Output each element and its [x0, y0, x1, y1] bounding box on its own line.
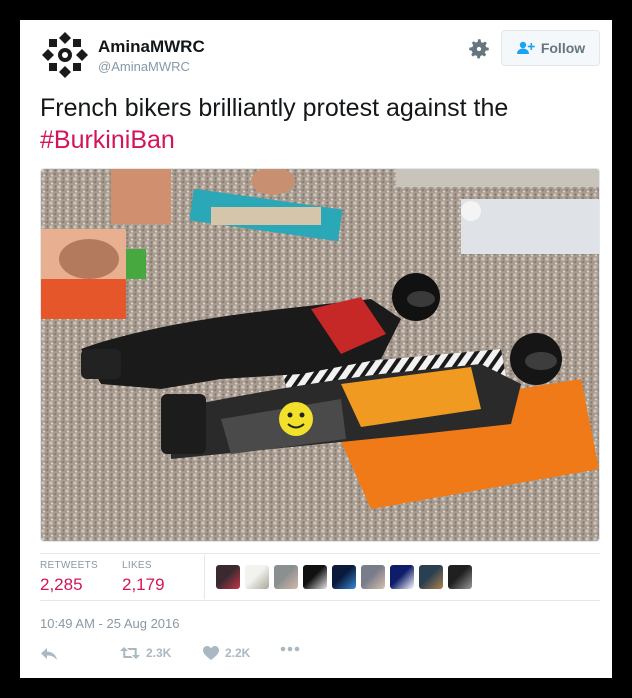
liker-avatar[interactable] [274, 565, 298, 589]
tweet-timestamp[interactable]: 10:49 AM - 25 Aug 2016 [40, 616, 180, 631]
liker-avatar[interactable] [245, 565, 269, 589]
heart-icon [203, 646, 219, 660]
likes-label: LIKES [122, 560, 152, 571]
follow-label: Follow [540, 40, 586, 56]
tweet-photo[interactable] [40, 168, 600, 542]
retweet-count: 2.3K [146, 646, 172, 660]
like-button[interactable]: 2.2K [203, 646, 250, 660]
more-button[interactable] [280, 646, 300, 652]
liker-avatars [216, 565, 472, 589]
like-count: 2.2K [225, 646, 251, 660]
liker-avatar[interactable] [216, 565, 240, 589]
avatar[interactable] [40, 30, 90, 80]
liker-avatar[interactable] [419, 565, 443, 589]
reply-button[interactable] [40, 646, 58, 662]
gear-icon[interactable] [466, 36, 492, 62]
retweet-icon [120, 647, 140, 659]
retweets-label: RETWEETS [40, 560, 98, 571]
user-handle[interactable]: @AminaMWRC [98, 59, 190, 74]
tweet-card: AminaMWRC @AminaMWRC Follow French biker… [20, 20, 612, 678]
tweet-text: French bikers brilliantly protest agains… [40, 92, 600, 156]
follow-button[interactable]: Follow [501, 30, 600, 66]
divider [204, 555, 205, 599]
divider [40, 553, 600, 554]
liker-avatar[interactable] [303, 565, 327, 589]
likes-count[interactable]: 2,179 [122, 575, 165, 595]
retweets-count[interactable]: 2,285 [40, 575, 83, 595]
liker-avatar[interactable] [390, 565, 414, 589]
beach-photo [41, 169, 599, 541]
liker-avatar[interactable] [448, 565, 472, 589]
divider [40, 600, 600, 601]
user-display-name[interactable]: AminaMWRC [98, 37, 205, 57]
retweet-button[interactable]: 2.3K [120, 646, 171, 660]
hashtag-link[interactable]: #BurkiniBan [40, 126, 175, 154]
liker-avatar[interactable] [361, 565, 385, 589]
add-user-icon [516, 41, 535, 54]
liker-avatar[interactable] [332, 565, 356, 589]
reply-icon [41, 648, 57, 660]
more-icon [280, 646, 300, 652]
tweet-body: French bikers brilliantly protest agains… [40, 94, 509, 122]
